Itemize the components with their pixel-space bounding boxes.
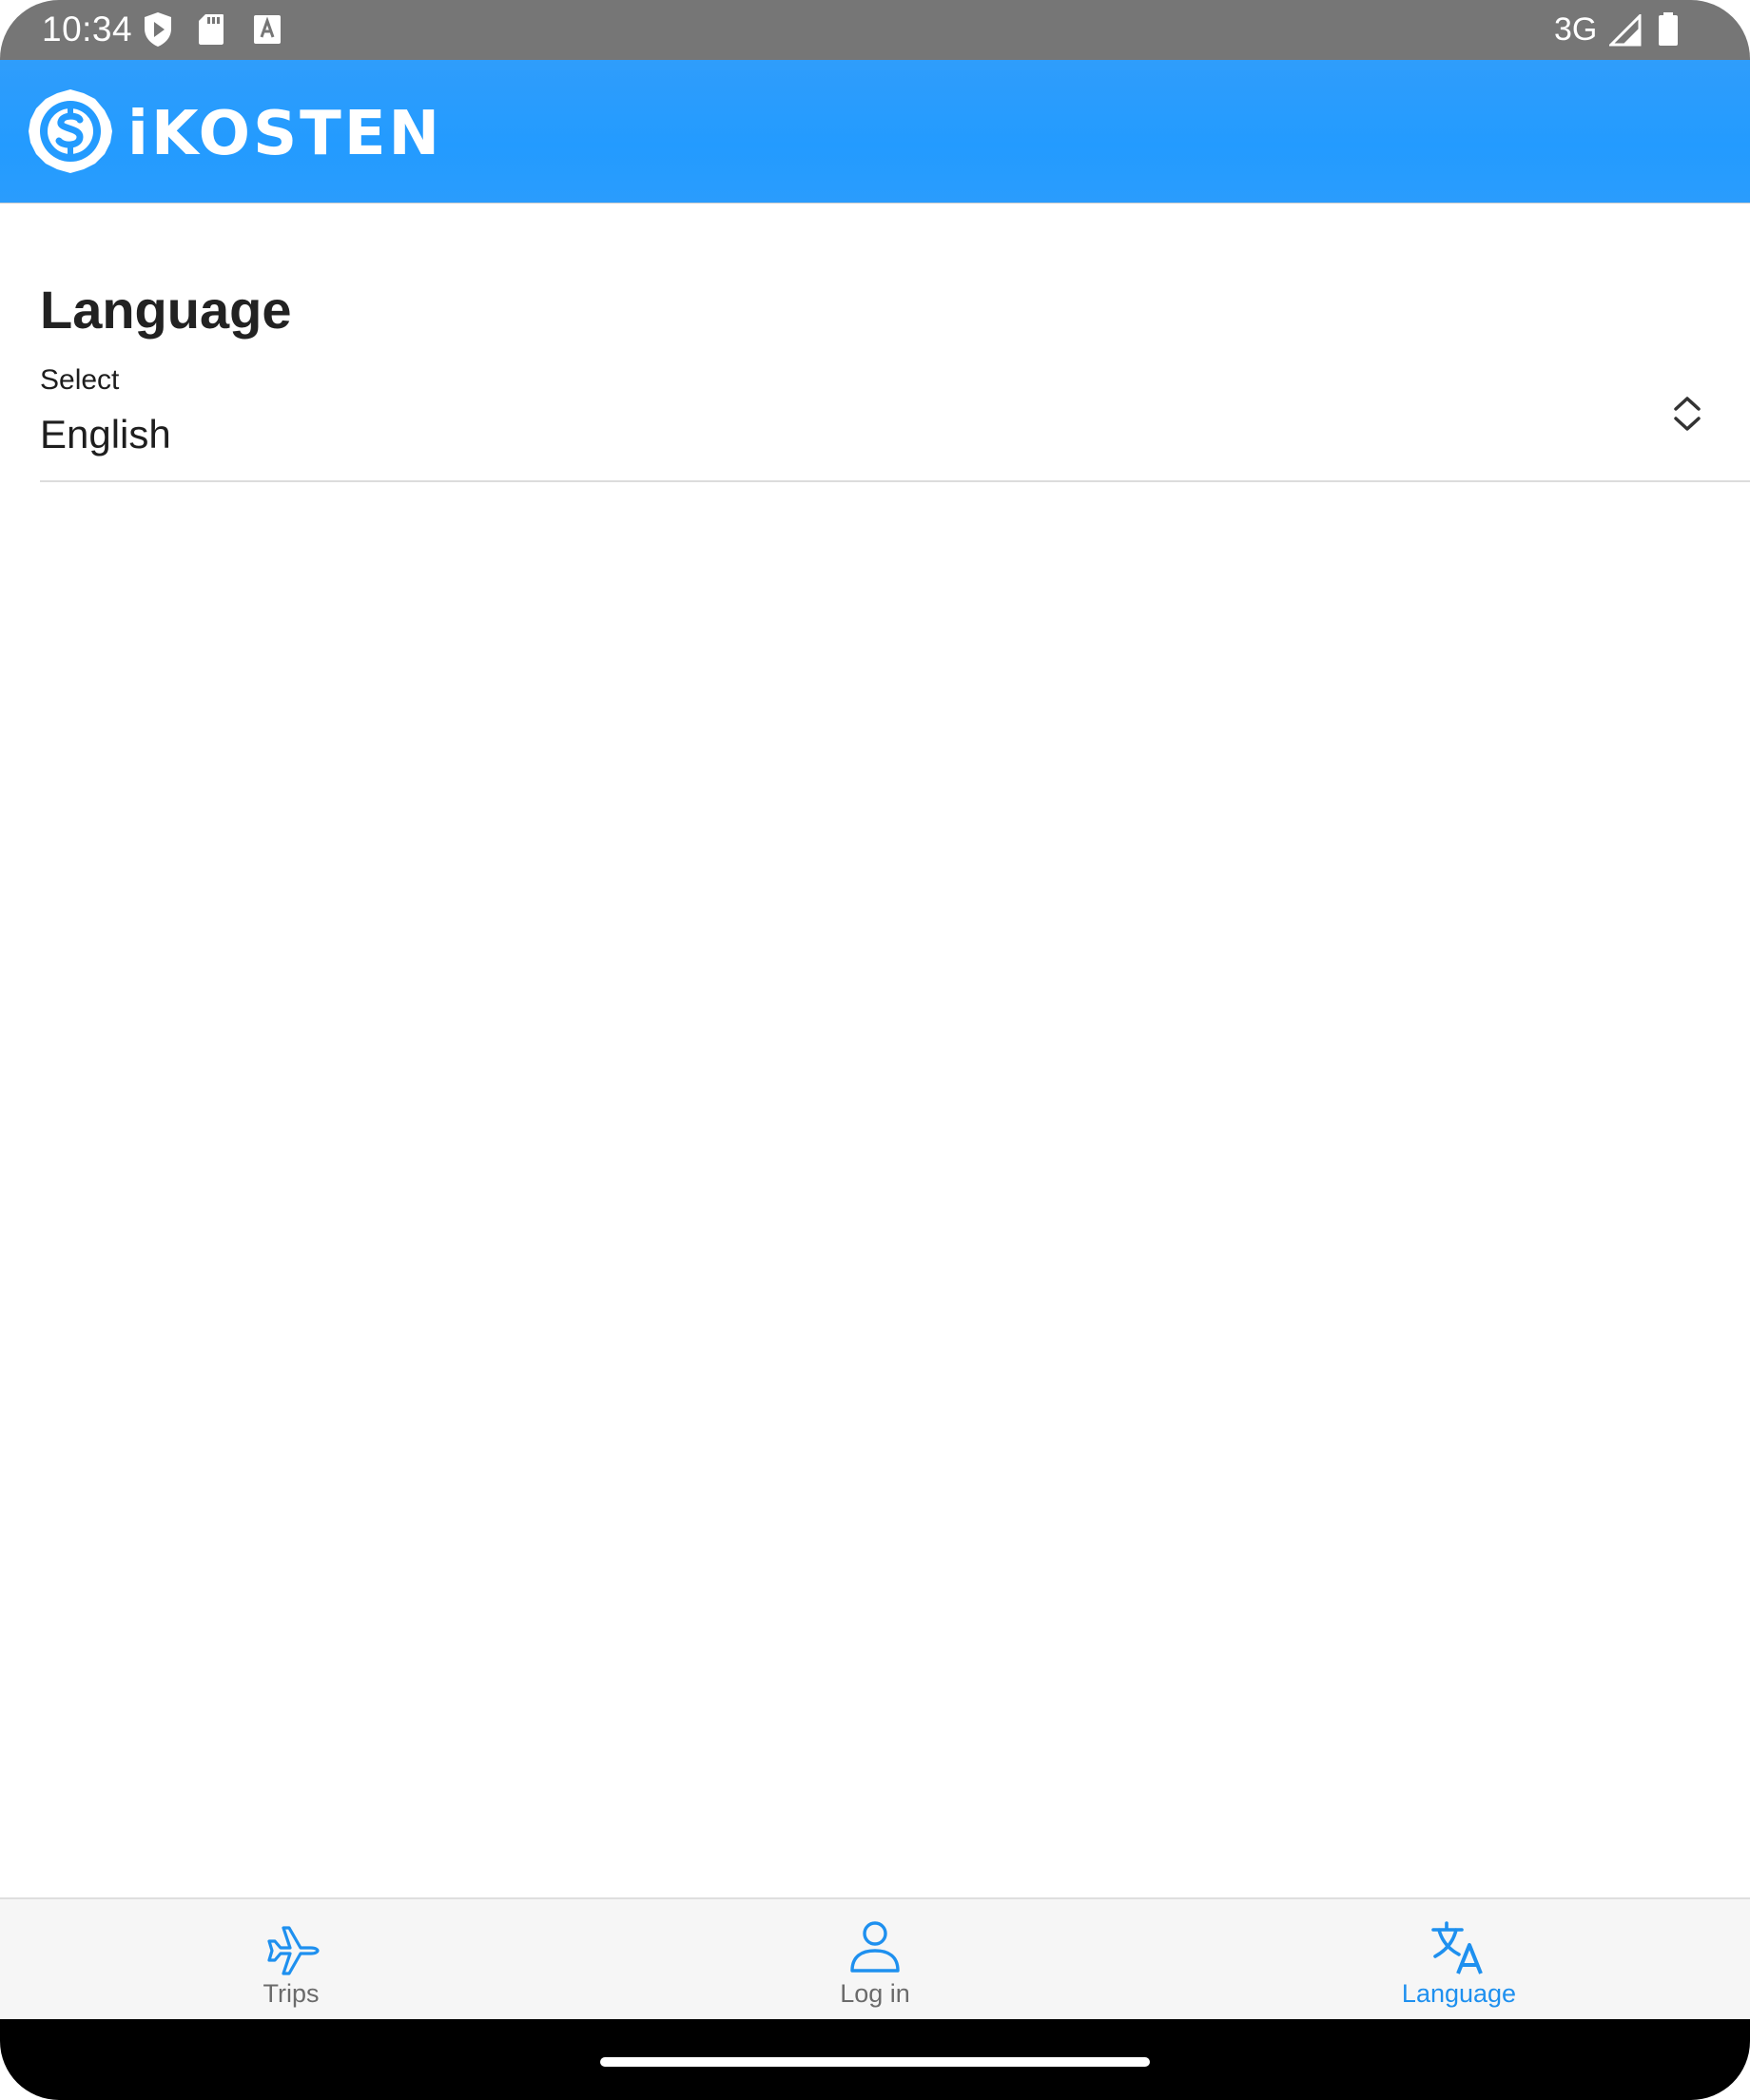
person-icon <box>846 1918 904 1977</box>
sd-card-icon <box>198 13 224 50</box>
device-screen: 10:34 3G iKOSTEN Language Select English… <box>0 0 1750 2100</box>
app-logo[interactable]: iKOSTEN <box>27 88 442 180</box>
select-label: Select <box>40 364 120 396</box>
tab-label: Log in <box>840 1979 910 2008</box>
tab-trips[interactable]: Trips <box>148 1899 434 2019</box>
tab-language[interactable]: Language <box>1316 1899 1602 2019</box>
tab-login[interactable]: Log in <box>732 1899 1018 2019</box>
shield-play-icon <box>143 11 173 52</box>
translate-icon <box>1429 1918 1488 1977</box>
status-time: 10:34 <box>42 10 133 49</box>
page-title: Language <box>40 280 292 340</box>
cell-signal-icon <box>1607 12 1642 51</box>
airplane-icon <box>262 1918 321 1977</box>
status-bar: 10:34 3G <box>0 0 1750 60</box>
logo-text: iKOSTEN <box>127 98 443 169</box>
select-value[interactable]: English <box>40 410 171 459</box>
network-type: 3G <box>1554 11 1598 48</box>
chevron-up-down-icon[interactable] <box>1672 395 1702 438</box>
keyboard-a-icon <box>253 14 282 49</box>
battery-icon <box>1658 12 1679 51</box>
app-header: iKOSTEN <box>0 60 1750 204</box>
language-select[interactable]: Select English <box>40 359 1750 482</box>
bottom-tab-bar: Trips Log in Language <box>0 1897 1750 2019</box>
home-gesture-handle[interactable] <box>600 2057 1150 2067</box>
tab-label: Trips <box>262 1979 320 2008</box>
tab-label: Language <box>1401 1979 1517 2008</box>
system-gesture-bar <box>0 2019 1750 2100</box>
dollar-badge-icon <box>27 88 114 180</box>
